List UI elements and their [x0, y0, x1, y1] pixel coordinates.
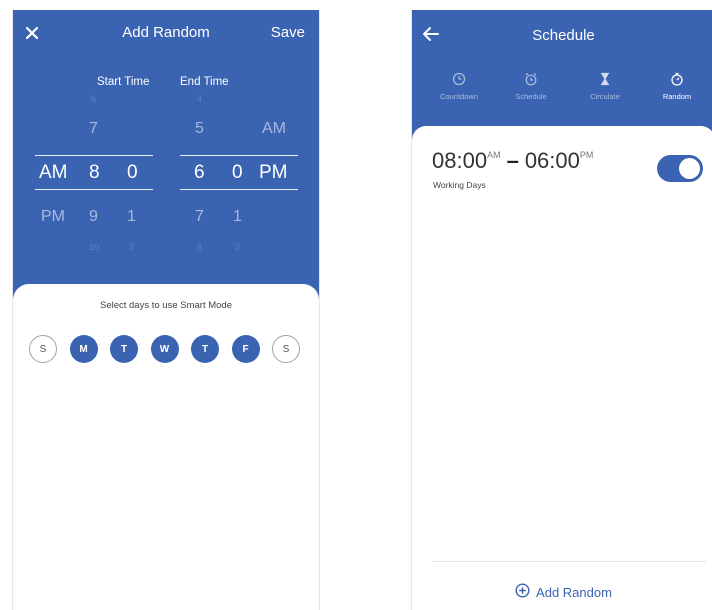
schedule-toggle[interactable] — [657, 155, 703, 182]
schedule-end-suffix: PM — [579, 150, 594, 160]
day-saturday[interactable]: S — [272, 335, 300, 363]
end-ampm-above[interactable]: AM — [262, 120, 286, 138]
tab-circulate[interactable]: Circulate — [575, 72, 635, 101]
end-minute-below2[interactable]: 2 — [235, 242, 240, 252]
time-separator: – — [506, 148, 519, 173]
tab-random[interactable]: Random — [647, 72, 707, 101]
schedule-content: 08:00AM –06:00PM Working Days Add Random — [412, 126, 712, 610]
end-time-label: End Time — [180, 76, 229, 88]
add-random-label: Add Random — [536, 584, 612, 600]
tab-label: Circulate — [590, 92, 620, 101]
schedule-start-suffix: AM — [487, 150, 501, 160]
tab-label: Schedule — [515, 92, 547, 101]
start-minute-below2[interactable]: 2 — [129, 242, 134, 252]
start-minute-selected[interactable]: 0 — [127, 162, 138, 184]
day-thursday[interactable]: T — [191, 335, 219, 363]
plus-circle-icon — [515, 583, 536, 601]
clock-icon — [429, 72, 489, 86]
start-hour-below2[interactable]: 10 — [89, 242, 99, 252]
start-ampm-selected[interactable]: AM — [39, 162, 68, 184]
end-minute-selected[interactable]: 0 — [232, 162, 243, 184]
schedule-end-time: 06:00 — [524, 148, 580, 173]
end-hour-above1[interactable]: 5 — [195, 120, 204, 138]
add-random-button[interactable]: Add Random — [412, 583, 712, 601]
schedule-time-range[interactable]: 08:00AM –06:00PM — [432, 148, 593, 174]
days-sheet-title: Select days to use Smart Mode — [99, 300, 232, 311]
start-hour-below1[interactable]: 9 — [89, 208, 98, 226]
end-hour-below2[interactable]: 8 — [197, 242, 202, 252]
start-ampm-below[interactable]: PM — [41, 208, 65, 226]
end-picker-top-line — [180, 155, 298, 156]
end-hour-below1[interactable]: 7 — [195, 208, 204, 226]
end-hour-above2[interactable]: 4 — [197, 94, 202, 104]
alarm-clock-icon — [501, 72, 561, 86]
end-minute-below1[interactable]: 1 — [233, 208, 242, 226]
day-friday[interactable]: F — [231, 335, 260, 363]
start-picker-bottom-line — [35, 189, 153, 190]
tab-countdown[interactable]: Countdown — [429, 72, 489, 101]
add-random-header: Add Random Save — [13, 22, 319, 48]
stopwatch-icon — [647, 72, 707, 86]
tab-schedule[interactable]: Schedule — [501, 72, 561, 101]
start-hour-above2[interactable]: 6 — [91, 94, 96, 104]
divider — [432, 561, 706, 562]
schedule-days-label: Working Days — [433, 180, 486, 190]
day-monday[interactable]: M — [69, 335, 98, 363]
tab-label: Countdown — [440, 92, 478, 101]
save-button[interactable]: Save — [271, 24, 305, 41]
days-sheet: Select days to use Smart Mode SMTWTFS — [13, 284, 319, 610]
toggle-knob — [679, 158, 700, 179]
schedule-start-time: 08:00 — [432, 148, 488, 173]
day-wednesday[interactable]: W — [150, 335, 179, 363]
start-hour-selected[interactable]: 8 — [89, 162, 100, 184]
end-ampm-selected[interactable]: PM — [259, 162, 288, 184]
end-picker-bottom-line — [180, 189, 298, 190]
hourglass-icon — [575, 72, 635, 86]
day-tuesday[interactable]: T — [110, 335, 138, 363]
page-title: Schedule — [532, 27, 595, 44]
start-hour-above1[interactable]: 7 — [89, 120, 98, 138]
tab-label: Random — [662, 92, 692, 101]
start-picker-top-line — [35, 155, 153, 156]
schedule-screen: Schedule Countdown Schedule Circulate Ra… — [411, 10, 712, 610]
start-minute-below1[interactable]: 1 — [127, 208, 136, 226]
end-hour-selected[interactable]: 6 — [194, 162, 205, 184]
day-sunday[interactable]: S — [29, 335, 57, 363]
start-time-label: Start Time — [97, 76, 150, 88]
add-random-screen: Add Random Save Start Time End Time AM P… — [12, 10, 320, 610]
